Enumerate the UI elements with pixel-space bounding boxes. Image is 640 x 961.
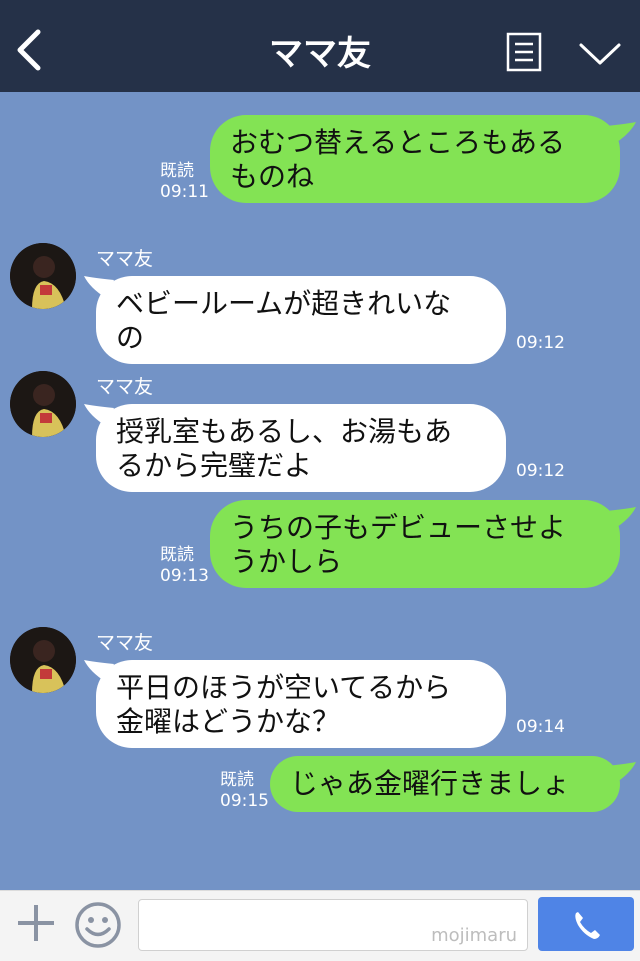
avatar[interactable] — [10, 627, 76, 693]
message-bubble-received[interactable]: ベビールームが超きれいな の — [96, 276, 506, 364]
message-input[interactable]: mojimaru — [138, 899, 528, 951]
chat-header: ママ友 — [0, 0, 640, 92]
read-receipt: 既読 09:15 — [220, 770, 269, 811]
message-bubble-received[interactable]: 授乳室もあるし、お湯もあ るから完璧だよ — [96, 404, 506, 492]
message-time: 09:12 — [516, 333, 565, 353]
message-bubble-sent[interactable]: じゃあ金曜行きましょ — [270, 756, 620, 812]
chat-title: ママ友 — [269, 34, 371, 74]
phone-icon — [575, 912, 600, 939]
call-button[interactable] — [538, 897, 634, 951]
message-time: 09:12 — [516, 461, 565, 481]
smiley-icon[interactable] — [74, 901, 122, 949]
message-bubble-sent[interactable]: おむつ替えるところもある ものね — [210, 115, 620, 203]
bubble-tail — [606, 122, 636, 144]
bubble-tail — [606, 762, 636, 784]
watermark-text: mojimaru — [431, 925, 517, 946]
message-bubble-sent[interactable]: うちの子もデビューさせよ うかしら — [210, 500, 620, 588]
message-bubble-received[interactable]: 平日のほうが空いてるから 金曜はどうかな？ — [96, 660, 506, 748]
bubble-tail — [606, 507, 636, 529]
sender-name: ママ友 — [96, 248, 154, 270]
menu-list-icon[interactable] — [506, 32, 542, 72]
read-receipt: 既読 09:13 — [160, 545, 209, 586]
sender-name: ママ友 — [96, 632, 154, 654]
back-arrow-icon[interactable] — [12, 28, 48, 72]
read-receipt: 既読 09:11 — [160, 161, 209, 202]
chevron-down-icon[interactable] — [578, 40, 622, 68]
avatar[interactable] — [10, 371, 76, 437]
plus-icon[interactable] — [14, 901, 58, 945]
input-bar: mojimaru — [0, 890, 640, 961]
sender-name: ママ友 — [96, 376, 154, 398]
avatar[interactable] — [10, 243, 76, 309]
message-time: 09:14 — [516, 717, 565, 737]
